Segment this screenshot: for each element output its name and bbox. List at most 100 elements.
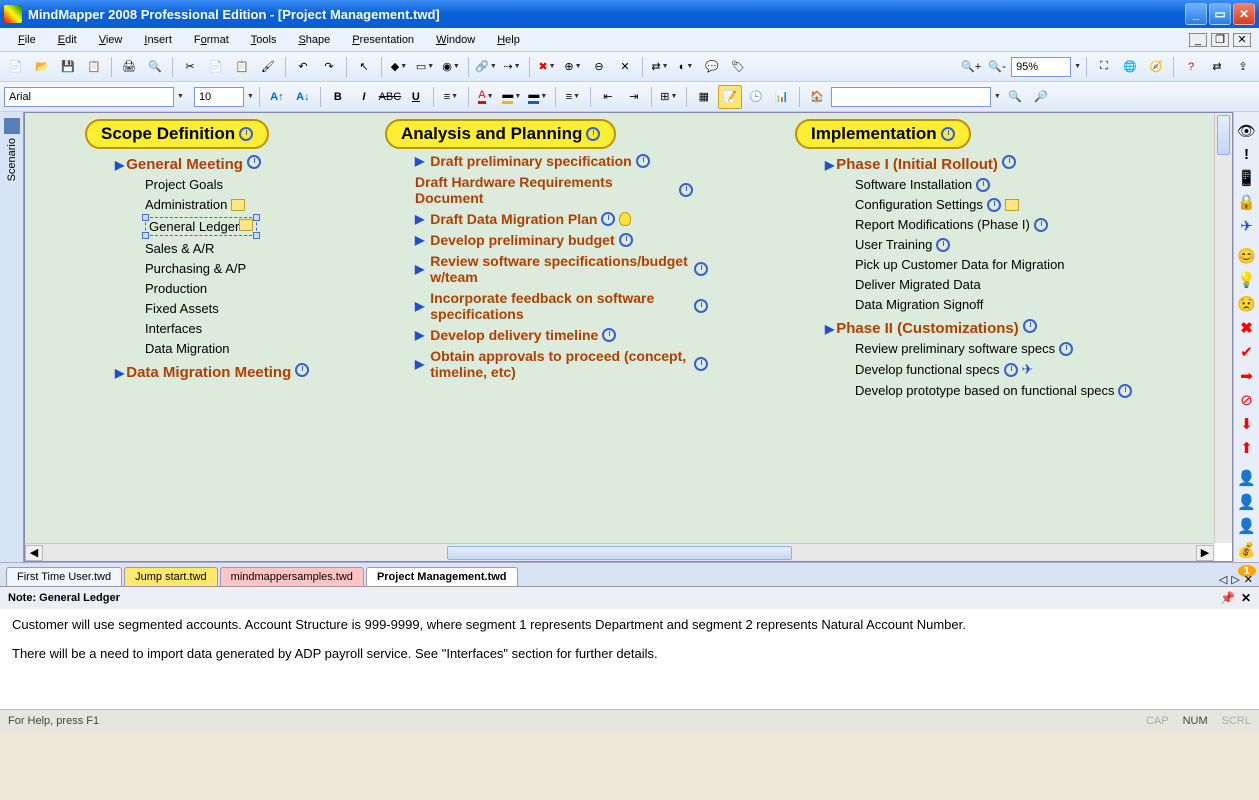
format-painter-button[interactable]: 🖌 — [256, 55, 280, 79]
data-migration-meeting-node[interactable]: ▶Data Migration Meeting — [115, 363, 309, 381]
node-purchasing-ap[interactable]: Purchasing & A/P — [145, 260, 309, 277]
search-button[interactable]: 🔍 — [1003, 85, 1027, 109]
node-review-specs[interactable]: ▶Review software specifications/budget w… — [415, 252, 708, 286]
saveas-button[interactable]: 📋 — [82, 55, 106, 79]
general-meeting-node[interactable]: ▶General Meeting — [115, 155, 309, 173]
tab-next-button[interactable]: ▷ — [1231, 573, 1239, 586]
expand-button[interactable]: ⊕▼ — [561, 55, 585, 79]
vertical-scrollbar[interactable] — [1214, 113, 1232, 543]
notes-pin-button[interactable]: 📌 — [1220, 591, 1235, 605]
implementation-header[interactable]: Implementation — [795, 119, 971, 149]
indent-left-button[interactable]: ⇤ — [596, 85, 620, 109]
decrease-font-button[interactable]: A↓ — [291, 85, 315, 109]
address-combo[interactable] — [831, 87, 991, 107]
node-general-ledger[interactable]: General Ledger — [145, 216, 309, 237]
exclaim-icon[interactable]: ! — [1238, 146, 1256, 163]
node-administration[interactable]: Administration — [145, 196, 309, 213]
tab-jump-start[interactable]: Jump start.twd — [124, 567, 218, 586]
mdi-minimize[interactable]: _ — [1189, 33, 1207, 47]
layout-button[interactable]: ⊞▼ — [657, 85, 681, 109]
marker-button[interactable]: 🏷 — [726, 55, 750, 79]
mdi-close[interactable]: ✕ — [1233, 33, 1251, 47]
tab-close-button[interactable]: ✕ — [1244, 573, 1253, 586]
node-project-goals[interactable]: Project Goals — [145, 176, 309, 193]
noentry-icon[interactable]: ⊘ — [1238, 391, 1256, 409]
zoom-combo[interactable]: 95% — [1011, 57, 1071, 77]
font-size-combo[interactable]: 10 — [194, 87, 244, 107]
fit-button[interactable]: ⛶ — [1092, 55, 1116, 79]
open-button[interactable]: 📂 — [30, 55, 54, 79]
node-delivery-timeline[interactable]: ▶Develop delivery timeline — [415, 326, 708, 344]
link-tool-1[interactable]: 🔗▼ — [474, 55, 498, 79]
bold-button[interactable]: B — [326, 85, 350, 109]
person-orange-icon[interactable]: 👤 — [1238, 517, 1256, 535]
maximize-button[interactable]: ▭ — [1209, 3, 1231, 25]
up-arrow-icon[interactable]: ⬆ — [1238, 439, 1256, 457]
view-toggle-2[interactable]: 📝 — [718, 85, 742, 109]
node-incorporate-feedback[interactable]: ▶Incorporate feedback on software specif… — [415, 289, 708, 323]
node-review-prelim[interactable]: Review preliminary software specs — [855, 340, 1132, 357]
font-name-combo[interactable]: Arial — [4, 87, 174, 107]
strike-button[interactable]: ABC — [378, 85, 402, 109]
node-fixed-assets[interactable]: Fixed Assets — [145, 300, 309, 317]
down-arrow-icon[interactable]: ⬇ — [1238, 415, 1256, 433]
close-button[interactable]: ✕ — [1233, 3, 1255, 25]
node-production[interactable]: Production — [145, 280, 309, 297]
right-arrow-icon[interactable]: ➡ — [1238, 367, 1256, 385]
eye-icon[interactable]: 👁 — [1238, 122, 1256, 140]
zoom-out-button[interactable]: 🔍- — [985, 55, 1009, 79]
node-config-settings[interactable]: Configuration Settings — [855, 196, 1132, 213]
phase1-node[interactable]: ▶Phase I (Initial Rollout) — [825, 155, 1132, 173]
node-draft-spec[interactable]: ▶Draft preliminary specification — [415, 152, 708, 170]
node-deliver-data[interactable]: Deliver Migrated Data — [855, 276, 1132, 293]
mdi-restore[interactable]: ❐ — [1211, 33, 1229, 47]
export-button[interactable]: ⇪ — [1231, 55, 1255, 79]
boundary-button[interactable]: ◐▼ — [674, 55, 698, 79]
check-icon[interactable]: ✔ — [1238, 343, 1256, 361]
link-tool-2[interactable]: ⇢▼ — [500, 55, 524, 79]
paste-button[interactable]: 📋 — [230, 55, 254, 79]
callout-button[interactable]: 💬 — [700, 55, 724, 79]
node-develop-func[interactable]: Develop functional specs ✈ — [855, 360, 1132, 379]
scroll-right-button[interactable]: ▶ — [1196, 545, 1214, 561]
node-tool-3[interactable]: ◉▼ — [439, 55, 463, 79]
font-color-button[interactable]: A▼ — [474, 85, 498, 109]
phone-icon[interactable]: 📱 — [1238, 169, 1256, 187]
node-user-training[interactable]: User Training — [855, 236, 1132, 253]
view-toggle-1[interactable]: ▦ — [692, 85, 716, 109]
home-button[interactable]: 🏠 — [805, 85, 829, 109]
share-button[interactable]: ⇄ — [1205, 55, 1229, 79]
pointer-button[interactable]: ↖ — [352, 55, 376, 79]
close-branch-button[interactable]: ✕ — [613, 55, 637, 79]
person-green-icon[interactable]: 👤 — [1238, 469, 1256, 487]
selected-node[interactable]: General Ledger — [145, 217, 257, 236]
redo-button[interactable]: ↷ — [317, 55, 341, 79]
help-button[interactable]: ? — [1179, 55, 1203, 79]
node-tool-1[interactable]: ◆▼ — [387, 55, 411, 79]
node-migration-signoff[interactable]: Data Migration Signoff — [855, 296, 1132, 313]
menu-shape[interactable]: Shape — [288, 31, 340, 49]
person-blue-icon[interactable]: 👤 — [1238, 493, 1256, 511]
indent-right-button[interactable]: ⇥ — [622, 85, 646, 109]
sad-icon[interactable]: 😟 — [1238, 295, 1256, 313]
node-draft-data-migration[interactable]: ▶Draft Data Migration Plan — [415, 210, 708, 228]
menu-tools[interactable]: Tools — [241, 31, 287, 49]
minimize-button[interactable]: _ — [1185, 3, 1207, 25]
bulb-icon[interactable]: 💡 — [1238, 271, 1256, 289]
menu-view[interactable]: View — [89, 31, 133, 49]
lock-icon[interactable]: 🔒 — [1238, 193, 1256, 211]
scenario-tab[interactable]: Scenario — [0, 112, 24, 562]
collapse-button[interactable]: ⊖ — [587, 55, 611, 79]
increase-font-button[interactable]: A↑ — [265, 85, 289, 109]
x-red-icon[interactable]: ✖ — [1238, 319, 1256, 337]
menu-file[interactable]: File — [8, 31, 46, 49]
scope-header[interactable]: Scope Definition — [85, 119, 269, 149]
save-button[interactable]: 💾 — [56, 55, 80, 79]
notes-close-button[interactable]: ✕ — [1241, 591, 1251, 605]
horizontal-scrollbar[interactable]: ◀ ▶ — [25, 543, 1214, 561]
menu-format[interactable]: Format — [184, 31, 239, 49]
menu-edit[interactable]: Edit — [48, 31, 87, 49]
print-button[interactable]: 🖨 — [117, 55, 141, 79]
scroll-left-button[interactable]: ◀ — [25, 545, 43, 561]
underline-button[interactable]: U — [404, 85, 428, 109]
